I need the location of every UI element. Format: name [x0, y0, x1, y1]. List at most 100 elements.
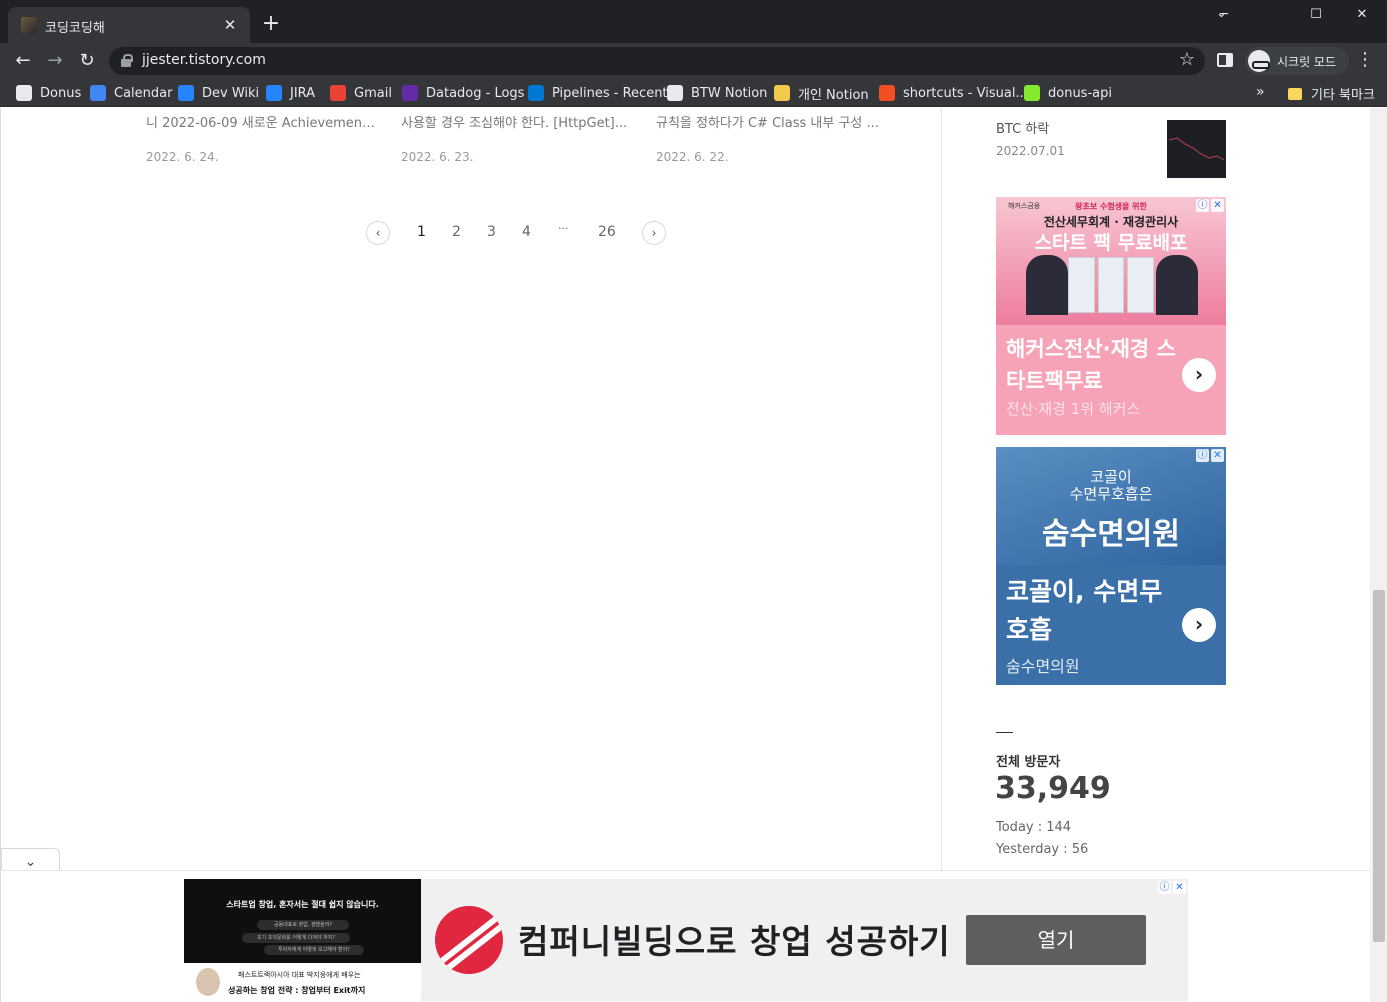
pipelines-icon [528, 85, 544, 101]
forward-arrow-icon[interactable]: → [43, 49, 67, 73]
recent-post-title[interactable]: BTC 하락 [996, 118, 1049, 137]
ad-arrow-button[interactable]: › [1182, 358, 1216, 392]
bookmark-pipelines-recent[interactable]: Pipelines - Recent [528, 84, 668, 102]
post-excerpt[interactable]: 규칙을 정하다가 C# Class 내부 구성 ... [656, 112, 886, 131]
chart-thumbnail-image [1168, 137, 1225, 161]
tab-title: 코딩코딩해 [45, 21, 105, 36]
post-excerpt[interactable]: 사용할 경우 조심해야 한다. [HttpGet]... [401, 112, 631, 131]
tab-search-icon[interactable]: ⌄ [1216, 6, 1227, 21]
recent-post-item[interactable]: BTC 하락 2022.07.01 [996, 118, 1065, 158]
url-text[interactable]: jjester.tistory.com [142, 52, 266, 68]
post-card[interactable]: 규칙을 정하다가 C# Class 내부 구성 ... 2022. 6. 22. [656, 112, 886, 164]
page-link-26[interactable]: 26 [598, 224, 616, 240]
lock-icon[interactable] [121, 54, 133, 67]
badge-icon [774, 85, 790, 101]
maximize-button[interactable]: ☐ [1293, 4, 1339, 26]
bookmark-label: BTW Notion [691, 85, 768, 101]
bookmark-label: Donus [40, 85, 82, 101]
incognito-indicator[interactable]: 시크릿 모드 [1245, 47, 1349, 75]
anchor-ad-image: 스타트업 창업, 혼자서는 절대 쉽지 않습니다. 공동대표로 창업, 괜찮을까… [184, 879, 421, 1001]
ad-tagline-line1: 코골이 [1090, 468, 1132, 486]
bookmark-shortcuts-visual[interactable]: shortcuts - Visual... [879, 84, 1028, 102]
bookmark-dev-wiki[interactable]: Dev Wiki [178, 84, 259, 102]
open-ad-button[interactable]: 열기 [966, 915, 1146, 965]
instructor-photo [1026, 255, 1068, 315]
advertiser-logo-icon [435, 906, 503, 974]
close-tab-icon[interactable]: ✕ [220, 15, 240, 35]
ad-arrow-button[interactable]: › [1182, 608, 1216, 642]
post-excerpt[interactable]: 니 2022-06-09 새로운 Achievement... [146, 112, 376, 131]
ad-headline[interactable]: 코골이, 수면무호흡 [1006, 573, 1176, 649]
bookmark-jira[interactable]: JIRA [266, 84, 315, 102]
bookmarks-overflow-icon[interactable]: » [1256, 84, 1265, 100]
bookmarks-bar: » 기타 북마크 Donus Calendar Dev Wiki JIRA Gmail D… [0, 79, 1387, 107]
sidebar-ad-sleep-clinic[interactable]: 코골이 수면무호흡은 숨수면의원 코골이, 수면무호흡 숨수면의원 › ⓘ ✕ [996, 447, 1226, 685]
page-link-3[interactable]: 3 [487, 224, 496, 240]
ad-close-icon[interactable]: ✕ [1173, 881, 1186, 894]
bookmark-star-icon[interactable]: ☆ [1179, 49, 1195, 70]
anchor-ad-headline[interactable]: 컴퍼니빌딩으로 창업 성공하기 [518, 915, 951, 963]
incognito-icon [1248, 50, 1270, 72]
post-card[interactable]: 니 2022-06-09 새로운 Achievement... 2022. 6.… [146, 112, 376, 164]
anchor-ad[interactable]: 스타트업 창업, 혼자서는 절대 쉽지 않습니다. 공동대표로 창업, 괜찮을까… [184, 879, 1188, 1001]
close-window-button[interactable]: ✕ [1339, 4, 1385, 26]
ad-course-line: 성공하는 창업 전략 : 창업부터 Exit까지 [228, 986, 366, 995]
new-tab-button[interactable]: + [260, 13, 282, 35]
visitor-divider [996, 732, 1013, 733]
recent-post-thumbnail[interactable] [1167, 120, 1226, 178]
anchor-ad-bar: 스타트업 창업, 혼자서는 절대 쉽지 않습니다. 공동대표로 창업, 괜찮을까… [1, 870, 1370, 1002]
back-arrow-icon[interactable]: ← [11, 49, 35, 73]
kebab-menu-icon[interactable]: ⋮ [1356, 49, 1374, 70]
ad-banner-image: 코골이 수면무호흡은 숨수면의원 [996, 447, 1226, 565]
ad-question-pill: 투자자에게 어떻게 보고해야 할까? [264, 945, 364, 955]
checkered-flag-icon [667, 85, 683, 101]
ad-subtext: 숨수면의원 [1006, 657, 1080, 676]
ad-info-icon[interactable]: ⓘ [1196, 449, 1209, 462]
ad-headline[interactable]: 해커스전산·재경 스타트팩무료 [1006, 333, 1176, 397]
bookmark-gmail[interactable]: Gmail [330, 84, 392, 102]
ad-controls: ⓘ ✕ [1196, 449, 1224, 462]
sidebar-ad-hackers[interactable]: 해커스금융 왕초보 수험생을 위한 전산세무회계 · 재경관리사 스타트 팩 무… [996, 197, 1226, 435]
other-bookmarks-folder[interactable]: 기타 북마크 [1288, 84, 1375, 103]
post-date: 2022. 6. 22. [656, 150, 729, 164]
page-link-1[interactable]: 1 [417, 224, 426, 240]
bookmark-개인-notion[interactable]: 개인 Notion [774, 84, 869, 103]
confluence-icon [178, 85, 194, 101]
site-favicon-icon [21, 17, 37, 33]
sidebar-divider [941, 108, 942, 870]
bookmark-datadog-logs[interactable]: Datadog - Logs [402, 84, 524, 102]
ad-info-icon[interactable]: ⓘ [1196, 199, 1209, 212]
gmail-icon [330, 85, 346, 101]
page-link-2[interactable]: 2 [452, 224, 461, 240]
page-ellipsis: ··· [558, 222, 569, 235]
bookmark-calendar[interactable]: Calendar [90, 84, 172, 102]
ad-brand: 숨수면의원 [1042, 517, 1180, 552]
ad-close-icon[interactable]: ✕ [1211, 199, 1224, 212]
page-link-4[interactable]: 4 [522, 224, 531, 240]
post-date: 2022. 6. 24. [146, 150, 219, 164]
datadog-icon [402, 85, 418, 101]
github-icon [16, 85, 32, 101]
bookmark-donus-api[interactable]: donus-api [1024, 84, 1112, 102]
scrollbar-thumb[interactable] [1373, 590, 1385, 942]
microsoft-icon [879, 85, 895, 101]
ad-tagline-line2: 수면무호흡은 [1069, 485, 1153, 503]
post-card[interactable]: 사용할 경우 조심해야 한다. [HttpGet]... 2022. 6. 23… [401, 112, 631, 164]
visitor-label: 전체 방문자 [996, 755, 1061, 770]
prev-page-button[interactable]: ‹ [366, 221, 390, 245]
ad-info-icon[interactable]: ⓘ [1158, 881, 1171, 894]
bookmark-btw-notion[interactable]: BTW Notion [667, 84, 767, 102]
side-panel-icon[interactable] [1217, 53, 1233, 67]
bookmark-label: Datadog - Logs [426, 85, 525, 101]
ad-close-icon[interactable]: ✕ [1211, 449, 1224, 462]
bookmark-label: Gmail [354, 85, 392, 101]
next-page-button[interactable]: › [642, 221, 666, 245]
visitor-yesterday: Yesterday : 56 [996, 842, 1089, 857]
browser-tab[interactable]: 코딩코딩해 ✕ [8, 7, 250, 43]
post-date: 2022. 6. 23. [401, 150, 474, 164]
address-bar[interactable]: jjester.tistory.com ☆ [109, 47, 1205, 75]
bookmark-donus[interactable]: Donus [16, 84, 81, 102]
reload-icon[interactable]: ↻ [75, 49, 99, 73]
ad-banner-image: 해커스금융 왕초보 수험생을 위한 전산세무회계 · 재경관리사 스타트 팩 무… [996, 197, 1226, 325]
ad-tagline: 코골이 수면무호흡은 [996, 469, 1226, 503]
